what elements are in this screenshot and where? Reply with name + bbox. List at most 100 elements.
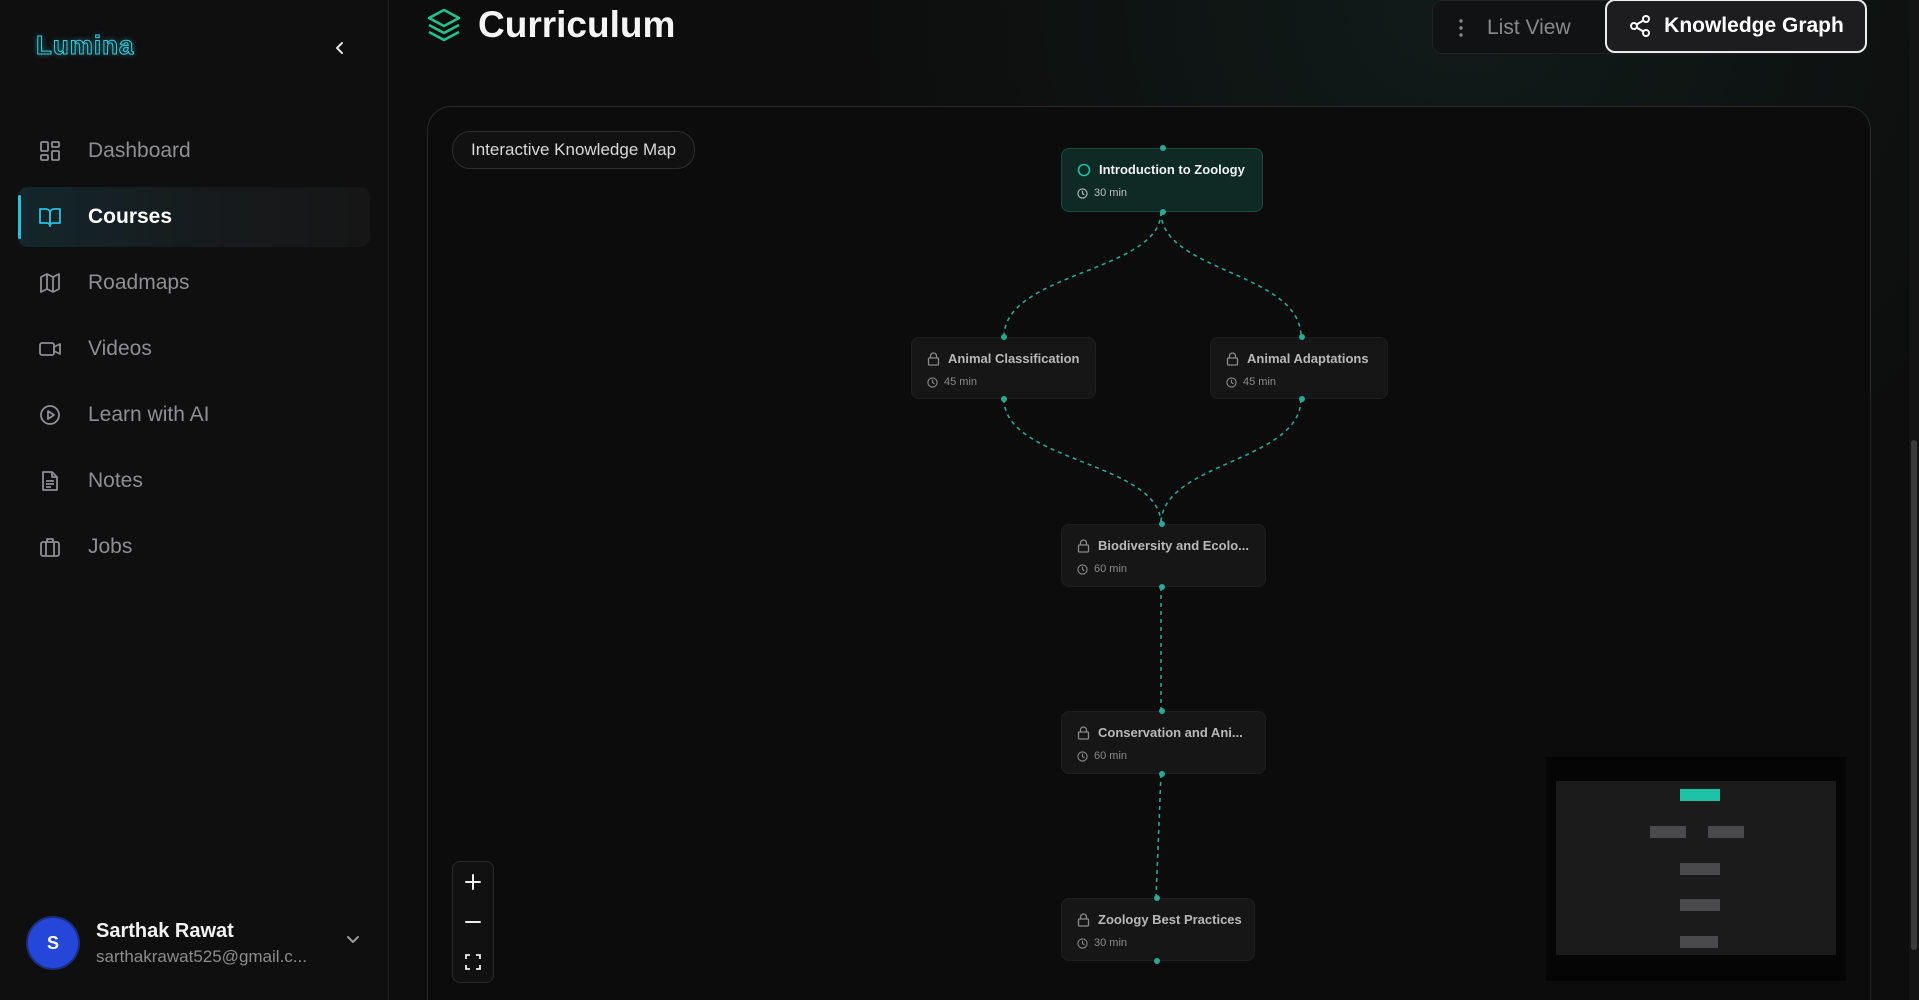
app-logo[interactable]: Lumina bbox=[35, 30, 134, 61]
node-port-bottom bbox=[1299, 396, 1305, 402]
sidebar-item-videos[interactable]: Videos bbox=[18, 319, 370, 379]
sidebar-item-roadmaps[interactable]: Roadmaps bbox=[18, 253, 370, 313]
plus-icon bbox=[465, 874, 481, 890]
lock-icon bbox=[927, 351, 940, 366]
node-duration: 30 min bbox=[1094, 187, 1128, 199]
graph-node-animal-classification[interactable]: Animal Classification 45 min bbox=[911, 334, 1096, 402]
sidebar-item-label: Videos bbox=[88, 337, 152, 360]
node-duration: 60 min bbox=[1094, 563, 1128, 575]
knowledge-graph-button[interactable]: Knowledge Graph bbox=[1605, 0, 1867, 53]
scrollbar-thumb[interactable] bbox=[1911, 440, 1917, 950]
sidebar-item-label: Jobs bbox=[88, 535, 133, 558]
minimap-viewport bbox=[1556, 781, 1836, 955]
briefcase-icon bbox=[36, 533, 64, 561]
sidebar-item-learn-with-ai[interactable]: Learn with AI bbox=[18, 385, 370, 445]
list-view-label: List View bbox=[1487, 16, 1571, 39]
sidebar-item-courses[interactable]: Courses bbox=[18, 187, 370, 247]
edge-conservation-bestpractices bbox=[1155, 773, 1162, 899]
minimap-node bbox=[1650, 826, 1686, 838]
node-port-bottom bbox=[1154, 958, 1160, 964]
node-title: Zoology Best Practices bbox=[1098, 912, 1242, 927]
minimap[interactable] bbox=[1546, 757, 1846, 981]
node-duration: 60 min bbox=[1094, 750, 1128, 762]
zoom-in-button[interactable] bbox=[453, 862, 493, 902]
node-port-bottom bbox=[1159, 771, 1165, 777]
clock-icon bbox=[927, 376, 938, 388]
edge-intro-adaptations bbox=[1160, 211, 1302, 338]
minimap-node bbox=[1708, 826, 1744, 838]
edge-classification-biodiversity bbox=[1003, 398, 1162, 525]
sidebar-item-label: Dashboard bbox=[88, 139, 191, 162]
lock-icon bbox=[1077, 725, 1090, 740]
play-circle-icon bbox=[36, 401, 64, 429]
file-text-icon bbox=[36, 467, 64, 495]
node-port-top bbox=[1159, 521, 1165, 527]
circle-icon bbox=[1077, 163, 1091, 176]
clock-icon bbox=[1077, 750, 1088, 762]
dashboard-icon bbox=[36, 137, 64, 165]
graph-node-biodiversity[interactable]: Biodiversity and Ecolo... 60 min bbox=[1061, 521, 1266, 590]
knowledge-map-canvas[interactable]: Interactive Knowledge Map Introduction t… bbox=[427, 106, 1871, 1000]
video-icon bbox=[36, 335, 64, 363]
node-title: Biodiversity and Ecolo... bbox=[1098, 538, 1249, 553]
node-title: Conservation and Ani... bbox=[1098, 725, 1243, 740]
node-duration: 45 min bbox=[1243, 376, 1277, 388]
more-vertical-icon bbox=[1459, 19, 1463, 37]
sidebar-nav: Dashboard Courses Roadmaps Videos Learn … bbox=[18, 121, 370, 583]
node-port-top bbox=[1299, 334, 1305, 340]
main-content: Curriculum List View Knowledge Graph Int… bbox=[390, 0, 1919, 1000]
node-duration: 45 min bbox=[944, 376, 978, 388]
sidebar-item-label: Learn with AI bbox=[88, 403, 210, 426]
graph-node-conservation[interactable]: Conservation and Ani... 60 min bbox=[1061, 708, 1266, 777]
book-open-icon bbox=[36, 203, 64, 231]
page-header: Curriculum bbox=[426, 4, 675, 46]
edge-intro-classification bbox=[1003, 211, 1162, 338]
sidebar-item-label: Roadmaps bbox=[88, 271, 190, 294]
node-title: Animal Adaptations bbox=[1247, 351, 1369, 366]
graph-node-zoology-best-practices[interactable]: Zoology Best Practices 30 min bbox=[1061, 895, 1255, 964]
minimap-node bbox=[1680, 789, 1720, 801]
share-icon bbox=[1630, 15, 1651, 37]
node-port-bottom bbox=[1160, 209, 1166, 215]
node-port-top bbox=[1160, 145, 1166, 151]
graph-node-introduction-to-zoology[interactable]: Introduction to Zoology 30 min bbox=[1061, 145, 1263, 215]
sidebar-item-jobs[interactable]: Jobs bbox=[18, 517, 370, 577]
user-menu[interactable]: S Sarthak Rawat sarthakrawat525@gmail.c.… bbox=[28, 913, 368, 973]
node-title: Animal Classification bbox=[948, 351, 1080, 366]
node-port-bottom bbox=[1159, 584, 1165, 590]
sidebar: Lumina Dashboard Courses Roadmaps Videos… bbox=[0, 0, 389, 1000]
minus-icon bbox=[465, 921, 481, 923]
minimap-node bbox=[1680, 936, 1718, 948]
view-toggle: List View Knowledge Graph bbox=[1432, 0, 1867, 54]
collapse-sidebar-button[interactable] bbox=[326, 34, 354, 62]
node-port-top bbox=[1001, 334, 1007, 340]
graph-node-animal-adaptations[interactable]: Animal Adaptations 45 min bbox=[1210, 334, 1388, 402]
user-name: Sarthak Rawat bbox=[96, 919, 234, 942]
node-duration: 30 min bbox=[1094, 937, 1128, 949]
lock-icon bbox=[1077, 912, 1090, 927]
node-port-top bbox=[1159, 708, 1165, 714]
minimap-node bbox=[1680, 899, 1720, 911]
zoom-controls bbox=[452, 861, 494, 983]
layers-icon bbox=[427, 8, 461, 42]
clock-icon bbox=[1077, 937, 1088, 949]
zoom-out-button[interactable] bbox=[453, 902, 493, 942]
chevron-down-icon bbox=[344, 931, 362, 954]
page-title: Curriculum bbox=[478, 4, 676, 45]
node-port-bottom bbox=[1001, 396, 1007, 402]
node-title: Introduction to Zoology bbox=[1099, 162, 1245, 177]
sidebar-item-dashboard[interactable]: Dashboard bbox=[18, 121, 370, 181]
lock-icon bbox=[1077, 538, 1090, 553]
fit-view-button[interactable] bbox=[453, 942, 493, 982]
clock-icon bbox=[1226, 376, 1237, 388]
list-view-button[interactable]: List View bbox=[1453, 11, 1571, 45]
edge-adaptations-biodiversity bbox=[1160, 398, 1302, 525]
clock-icon bbox=[1077, 563, 1088, 575]
sidebar-item-notes[interactable]: Notes bbox=[18, 451, 370, 511]
sidebar-item-label: Courses bbox=[88, 205, 173, 228]
clock-icon bbox=[1077, 187, 1088, 199]
page-scrollbar[interactable] bbox=[1909, 0, 1919, 1000]
minimap-node bbox=[1680, 863, 1720, 875]
node-port-top bbox=[1154, 895, 1160, 901]
avatar: S bbox=[28, 918, 78, 968]
